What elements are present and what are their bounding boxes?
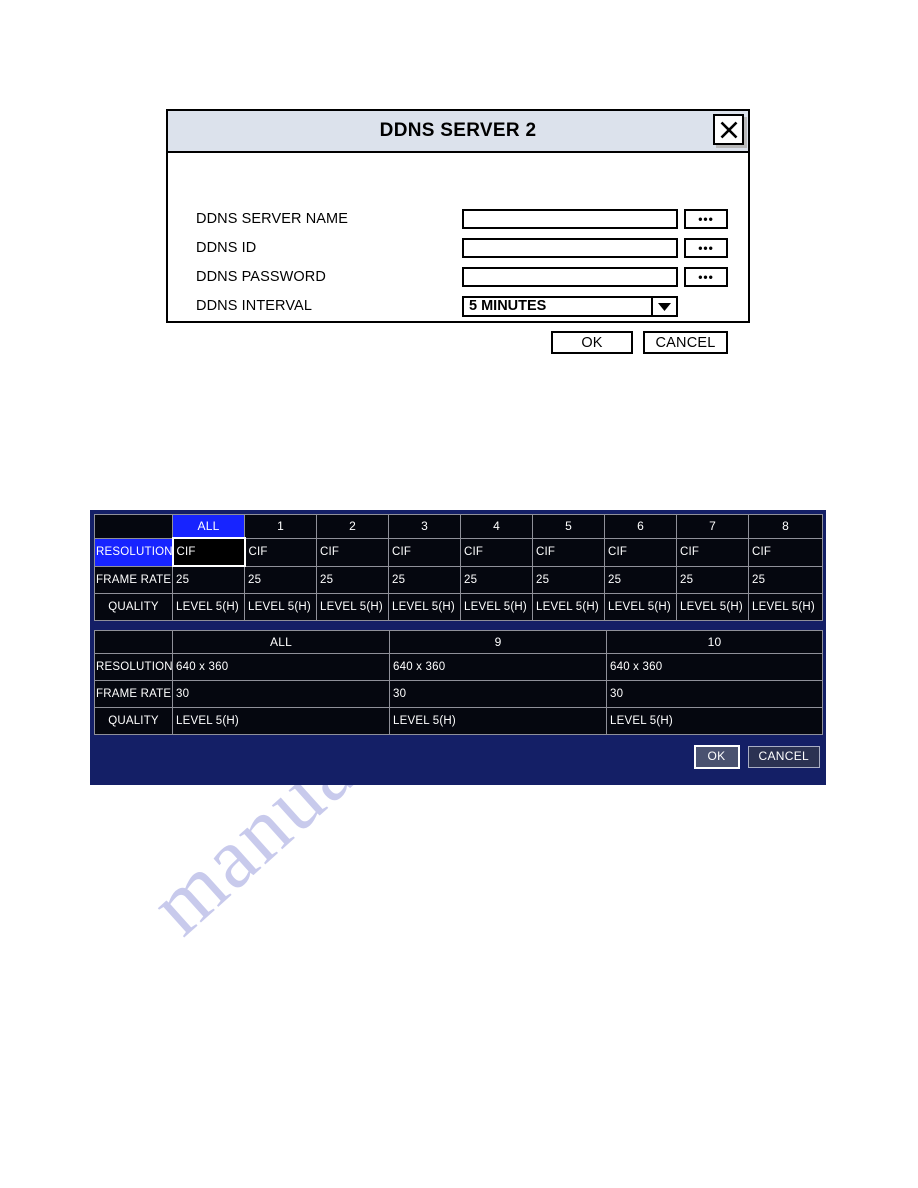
table1-resolution-ch3[interactable]: CIF <box>388 537 461 567</box>
table2-header-all[interactable]: ALL <box>172 630 390 654</box>
ddns-server-name-row: DDNS SERVER NAME ••• <box>168 209 748 231</box>
dvr-action-buttons: OK CANCEL <box>693 745 820 769</box>
table1-header-ch8[interactable]: 8 <box>748 514 823 539</box>
table1-quality-ch8[interactable]: LEVEL 5(H) <box>748 593 823 621</box>
dialog-body: DDNS SERVER NAME ••• DDNS ID ••• DDNS PA… <box>168 153 748 354</box>
ddns-server-name-input[interactable] <box>462 209 678 229</box>
table1-header-all[interactable]: ALL <box>172 514 245 539</box>
ddns-server-dialog: DDNS SERVER 2 DDNS SERVER NAME ••• DDNS … <box>166 109 750 354</box>
table2-resolution-all[interactable]: 640 x 360 <box>172 653 390 681</box>
table-row: RESOLUTION CIF CIF CIF CIF CIF CIF CIF C… <box>94 537 823 567</box>
table1-quality-ch5[interactable]: LEVEL 5(H) <box>532 593 605 621</box>
table2-resolution-ch9[interactable]: 640 x 360 <box>389 653 607 681</box>
table1-resolution-ch4[interactable]: CIF <box>460 537 533 567</box>
table-header-row: ALL 9 10 <box>94 630 823 654</box>
table1-rowlabel-resolution[interactable]: RESOLUTION <box>94 537 173 567</box>
ddns-id-input[interactable] <box>462 238 678 258</box>
table-row: QUALITY LEVEL 5(H) LEVEL 5(H) LEVEL 5(H) <box>94 707 823 735</box>
table1-framerate-ch3[interactable]: 25 <box>388 565 461 594</box>
table2-rowlabel-frame-rate[interactable]: FRAME RATE <box>94 680 173 708</box>
table1-header-ch2[interactable]: 2 <box>316 514 389 539</box>
table2-header-ch9[interactable]: 9 <box>389 630 607 654</box>
table1-framerate-ch7[interactable]: 25 <box>676 565 749 594</box>
table-row: FRAME RATE 30 30 30 <box>94 680 823 708</box>
table2-quality-ch9[interactable]: LEVEL 5(H) <box>389 707 607 735</box>
table2-rowlabel-resolution[interactable]: RESOLUTION <box>94 653 173 681</box>
table1-framerate-ch8[interactable]: 25 <box>748 565 823 594</box>
table1-resolution-ch7[interactable]: CIF <box>676 537 749 567</box>
table1-header-ch7[interactable]: 7 <box>676 514 749 539</box>
ddns-password-browse-button[interactable]: ••• <box>684 267 728 287</box>
table2-corner-cell <box>94 630 173 654</box>
table2-framerate-all[interactable]: 30 <box>172 680 390 708</box>
table2-framerate-ch10[interactable]: 30 <box>606 680 823 708</box>
dialog-ok-button[interactable]: OK <box>551 331 633 354</box>
table1-framerate-ch5[interactable]: 25 <box>532 565 605 594</box>
table1-framerate-ch6[interactable]: 25 <box>604 565 677 594</box>
ddns-server-name-browse-button[interactable]: ••• <box>684 209 728 229</box>
table2-quality-ch10[interactable]: LEVEL 5(H) <box>606 707 823 735</box>
table2-header-ch10[interactable]: 10 <box>606 630 823 654</box>
dvr-record-setup-panel: ALL 1 2 3 4 5 6 7 8 RESOLUTION CIF CIF C… <box>90 510 826 785</box>
ddns-password-input[interactable] <box>462 267 678 287</box>
channel-table-1: ALL 1 2 3 4 5 6 7 8 RESOLUTION CIF CIF C… <box>94 514 823 621</box>
ddns-password-row: DDNS PASSWORD ••• <box>168 267 748 289</box>
table1-resolution-all[interactable]: CIF <box>171 537 246 567</box>
ddns-id-browse-button[interactable]: ••• <box>684 238 728 258</box>
table1-rowlabel-frame-rate[interactable]: FRAME RATE <box>94 565 173 594</box>
table2-rowlabel-quality[interactable]: QUALITY <box>94 707 173 735</box>
table1-corner-cell <box>94 514 173 539</box>
table1-quality-ch2[interactable]: LEVEL 5(H) <box>316 593 389 621</box>
table1-framerate-ch2[interactable]: 25 <box>316 565 389 594</box>
table1-resolution-ch1[interactable]: CIF <box>244 537 317 567</box>
table1-quality-ch1[interactable]: LEVEL 5(H) <box>244 593 317 621</box>
ddns-id-label: DDNS ID <box>196 240 257 256</box>
ddns-interval-select[interactable]: 5 MINUTES <box>462 296 678 317</box>
table-separator <box>94 621 822 630</box>
table1-header-ch5[interactable]: 5 <box>532 514 605 539</box>
dvr-cancel-button[interactable]: CANCEL <box>747 746 820 768</box>
table1-quality-ch6[interactable]: LEVEL 5(H) <box>604 593 677 621</box>
table1-resolution-ch6[interactable]: CIF <box>604 537 677 567</box>
table1-resolution-ch5[interactable]: CIF <box>532 537 605 567</box>
close-icon[interactable] <box>713 114 744 145</box>
ddns-id-row: DDNS ID ••• <box>168 238 748 260</box>
ddns-interval-value: 5 MINUTES <box>469 298 547 314</box>
ddns-server-name-label: DDNS SERVER NAME <box>196 211 349 227</box>
table1-quality-ch3[interactable]: LEVEL 5(H) <box>388 593 461 621</box>
table1-header-ch6[interactable]: 6 <box>604 514 677 539</box>
table2-framerate-ch9[interactable]: 30 <box>389 680 607 708</box>
table1-rowlabel-quality[interactable]: QUALITY <box>94 593 173 621</box>
dvr-ok-button[interactable]: OK <box>693 745 740 769</box>
table1-quality-all[interactable]: LEVEL 5(H) <box>172 593 245 621</box>
table1-framerate-ch1[interactable]: 25 <box>244 565 317 594</box>
ddns-interval-label: DDNS INTERVAL <box>196 298 312 314</box>
table-row: RESOLUTION 640 x 360 640 x 360 640 x 360 <box>94 653 823 681</box>
table2-quality-all[interactable]: LEVEL 5(H) <box>172 707 390 735</box>
table1-framerate-ch4[interactable]: 25 <box>460 565 533 594</box>
table1-quality-ch7[interactable]: LEVEL 5(H) <box>676 593 749 621</box>
table2-resolution-ch10[interactable]: 640 x 360 <box>606 653 823 681</box>
table-header-row: ALL 1 2 3 4 5 6 7 8 <box>94 514 823 539</box>
ddns-interval-row: DDNS INTERVAL 5 MINUTES <box>168 296 748 318</box>
channel-table-2: ALL 9 10 RESOLUTION 640 x 360 640 x 360 … <box>94 630 823 735</box>
table1-resolution-ch2[interactable]: CIF <box>316 537 389 567</box>
table1-resolution-ch8[interactable]: CIF <box>748 537 823 567</box>
table1-header-ch1[interactable]: 1 <box>244 514 317 539</box>
dialog-titlebar: DDNS SERVER 2 <box>168 111 748 153</box>
chevron-down-icon[interactable] <box>651 298 676 315</box>
table1-quality-ch4[interactable]: LEVEL 5(H) <box>460 593 533 621</box>
ddns-password-label: DDNS PASSWORD <box>196 269 326 285</box>
table1-header-ch4[interactable]: 4 <box>460 514 533 539</box>
dialog-cancel-button[interactable]: CANCEL <box>643 331 728 354</box>
table-row: FRAME RATE 25 25 25 25 25 25 25 25 25 <box>94 565 823 594</box>
table1-header-ch3[interactable]: 3 <box>388 514 461 539</box>
table1-framerate-all[interactable]: 25 <box>172 565 245 594</box>
table-row: QUALITY LEVEL 5(H) LEVEL 5(H) LEVEL 5(H)… <box>94 593 823 621</box>
dialog-title: DDNS SERVER 2 <box>379 120 537 141</box>
